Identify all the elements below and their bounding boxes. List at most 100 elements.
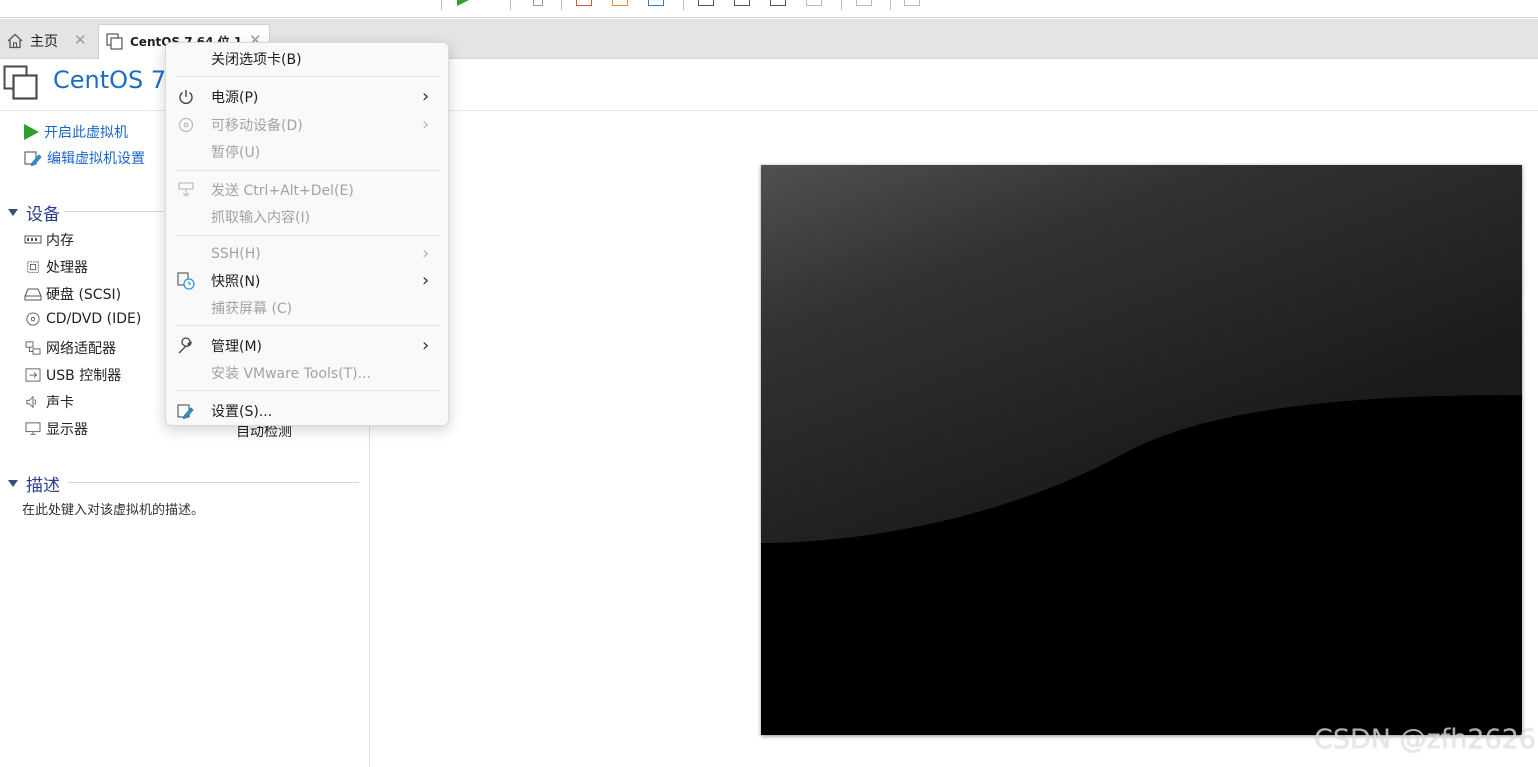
device-row-usb[interactable]: USB 控制器 <box>24 365 121 385</box>
menu-separator <box>176 170 440 171</box>
menu-item-label: SSH(H) <box>211 246 261 262</box>
menu-item-pause[interactable]: 暂停(U) <box>166 139 448 165</box>
cd-icon <box>26 312 40 326</box>
power-icon <box>179 90 193 104</box>
device-label: 硬盘 (SCSI) <box>46 287 122 303</box>
edit-settings-link[interactable]: 编辑虚拟机设置 <box>24 148 145 168</box>
vm-large-icon <box>3 65 38 100</box>
memory-icon <box>24 235 42 244</box>
vm-screen-preview[interactable] <box>761 165 1522 735</box>
menu-item-label: 电源(P) <box>211 90 259 106</box>
usb-icon <box>25 368 41 382</box>
device-label: USB 控制器 <box>46 368 122 384</box>
menu-item-install-tools[interactable]: 安装 VMware Tools(T)... <box>166 360 448 386</box>
device-row-sound[interactable]: 声卡 <box>24 392 74 412</box>
menu-item-capture-screen[interactable]: 捕获屏幕 (C) <box>166 295 448 321</box>
menu-separator <box>176 76 440 77</box>
device-row-memory[interactable]: 内存 <box>24 230 74 250</box>
devices-section-header[interactable]: 设备 <box>8 200 60 225</box>
ctrl-alt-del-icon <box>178 182 194 197</box>
home-icon <box>7 33 23 49</box>
removable-device-icon <box>178 117 194 133</box>
play-icon <box>24 124 39 140</box>
harddisk-icon <box>24 288 42 301</box>
toolbar-separator <box>683 0 684 10</box>
menu-item-label: 管理(M) <box>211 339 263 355</box>
chevron-right-icon: › <box>422 86 430 107</box>
chevron-right-icon: › <box>422 270 430 291</box>
menu-item-ssh[interactable]: SSH(H) › <box>166 241 448 267</box>
device-row-cpu[interactable]: 处理器 <box>24 257 88 277</box>
device-label: 处理器 <box>46 260 88 276</box>
menu-separator <box>176 325 440 326</box>
snapshot-manager-icon[interactable] <box>648 0 664 6</box>
menu-item-label: 快照(N) <box>211 274 261 290</box>
console-view-icon[interactable] <box>856 0 872 6</box>
context-menu: 关闭选项卡(B) 电源(P) › 可移动设备(D) › 暂停(U) 发送 Ctr… <box>165 42 449 426</box>
description-text[interactable]: 在此处键入对该虚拟机的描述。 <box>22 499 204 518</box>
menu-item-label: 安装 VMware Tools(T)... <box>211 366 371 382</box>
device-row-network[interactable]: 网络适配器 <box>24 338 116 358</box>
menu-item-label: 发送 Ctrl+Alt+Del(E) <box>211 183 354 199</box>
toolbar-separator <box>841 0 842 10</box>
vm-icon <box>106 33 123 50</box>
menu-item-label: 捕获屏幕 (C) <box>211 301 293 317</box>
toolbar <box>0 0 1538 18</box>
snapshot-take-icon[interactable] <box>576 0 592 6</box>
menu-item-manage[interactable]: 管理(M) › <box>166 333 448 359</box>
chevron-right-icon: › <box>422 335 430 356</box>
device-row-monitor[interactable]: 显示器 <box>24 419 88 439</box>
menu-item-snapshot[interactable]: 快照(N) › <box>166 268 448 294</box>
stretch-view-icon[interactable] <box>904 0 920 6</box>
toolbar-separator <box>890 0 891 10</box>
page-title: CentOS 7 <box>53 66 167 94</box>
menu-item-label: 设置(S)... <box>211 404 273 420</box>
edit-settings-label: 编辑虚拟机设置 <box>47 151 145 167</box>
preview-graphic <box>761 165 1522 735</box>
device-row-cd[interactable]: CD/DVD (IDE) <box>24 311 141 327</box>
view-fullscreen-icon[interactable] <box>770 0 786 6</box>
menu-item-settings[interactable]: 设置(S)... <box>166 398 448 424</box>
power-on-link[interactable]: 开启此虚拟机 <box>24 122 128 142</box>
devices-section-title: 设备 <box>26 205 60 225</box>
settings-icon <box>177 404 194 420</box>
cpu-icon <box>27 261 39 273</box>
view-unity-icon[interactable] <box>806 0 822 6</box>
toolbar-separator <box>561 0 562 10</box>
toolbar-separator <box>510 0 511 10</box>
menu-item-grab-input[interactable]: 抓取输入内容(I) <box>166 204 448 230</box>
menu-item-removable-devices[interactable]: 可移动设备(D) › <box>166 112 448 138</box>
suspend-icon[interactable] <box>533 0 543 6</box>
snapshot-icon <box>177 272 195 290</box>
view-sidebar-icon[interactable] <box>698 0 714 6</box>
tab-home[interactable]: 主页 ✕ <box>2 24 94 59</box>
description-section-title: 描述 <box>26 476 60 496</box>
device-label: 声卡 <box>46 395 74 411</box>
snapshot-revert-icon[interactable] <box>612 0 628 6</box>
play-icon[interactable] <box>457 0 469 6</box>
menu-item-power[interactable]: 电源(P) › <box>166 84 448 110</box>
wrench-icon <box>178 337 193 354</box>
section-divider <box>64 211 164 212</box>
device-label: 显示器 <box>46 422 88 438</box>
menu-item-label: 抓取输入内容(I) <box>211 210 311 226</box>
view-thumbnail-icon[interactable] <box>734 0 750 6</box>
device-label: 网络适配器 <box>46 341 116 357</box>
device-row-harddisk[interactable]: 硬盘 (SCSI) <box>24 284 121 304</box>
watermark: CSDN @zfh2626 <box>1314 724 1537 755</box>
menu-item-label: 可移动设备(D) <box>211 118 303 134</box>
chevron-right-icon: › <box>422 243 430 264</box>
chevron-right-icon: › <box>422 114 430 135</box>
menu-item-label: 暂停(U) <box>211 145 261 161</box>
menu-item-send-ctrl-alt-del[interactable]: 发送 Ctrl+Alt+Del(E) <box>166 177 448 203</box>
device-label: 内存 <box>46 233 74 249</box>
edit-settings-icon <box>24 151 42 167</box>
close-icon[interactable]: ✕ <box>74 31 87 49</box>
description-section-header[interactable]: 描述 <box>8 471 60 496</box>
menu-separator <box>176 390 440 391</box>
tab-home-label: 主页 <box>30 34 58 50</box>
power-on-label: 开启此虚拟机 <box>44 125 128 141</box>
menu-separator <box>176 235 440 236</box>
collapse-icon <box>8 480 18 487</box>
menu-item-close-tab[interactable]: 关闭选项卡(B) <box>166 46 448 72</box>
